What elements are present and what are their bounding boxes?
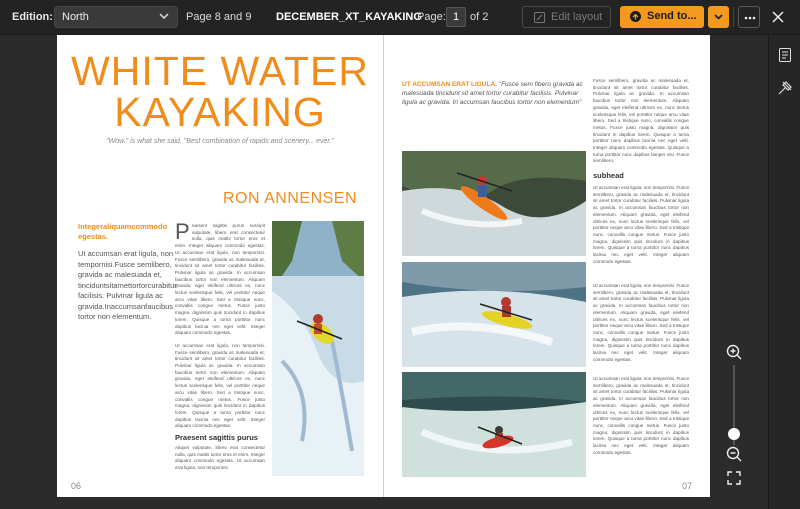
page-number-input[interactable]: 1 <box>446 7 466 27</box>
intro-text: Ut accumsan erat ligula, non tempornisi.… <box>78 249 177 321</box>
page-label: Page: <box>417 11 446 23</box>
right-body-text-3: Ut accumsan erat ligula, non tempornisi.… <box>593 283 689 362</box>
edition-select[interactable]: North <box>54 6 178 28</box>
right-subhead: subhead <box>593 171 624 180</box>
toolbar-divider <box>733 7 734 27</box>
zoom-in-icon[interactable] <box>725 343 743 361</box>
chevron-down-icon <box>159 13 169 20</box>
right-body-text-4: Ut accumsan erat ligula, non tempornisi.… <box>593 376 689 455</box>
fullscreen-icon[interactable] <box>725 469 743 487</box>
document-title: DECEMBER_XT_KAYAKING <box>276 11 422 23</box>
article-title-line1: WHITE WATER <box>71 48 369 94</box>
pin-icon[interactable] <box>777 80 793 96</box>
close-icon <box>772 11 784 23</box>
notes-icon[interactable] <box>777 47 793 63</box>
body-column-1: Praesent sagittis purus suscipit vulputa… <box>175 219 265 430</box>
body-text-3: Aliquet vulputate, libero erat consectet… <box>175 445 265 471</box>
edit-icon <box>534 12 545 23</box>
top-toolbar: Edition: North Page 8 and 9 DECEMBER_XT_… <box>0 0 800 35</box>
close-button[interactable] <box>767 6 789 28</box>
chevron-down-icon <box>714 14 723 20</box>
zoom-out-icon[interactable] <box>725 445 743 463</box>
right-body-text-2: Ut accumsan erat ligula, non tempornisi.… <box>593 185 689 264</box>
edition-label: Edition: <box>12 11 53 23</box>
kayak-waterfall-photo <box>272 221 364 476</box>
body-text-2: Ut accumsan erat ligula, non tempornisi.… <box>175 342 265 429</box>
drop-cap: P <box>175 219 190 244</box>
article-title-line2: KAYAKING <box>114 89 326 135</box>
page-number-right: 07 <box>682 481 693 491</box>
edition-value: North <box>62 11 89 23</box>
zoom-controls <box>722 337 746 493</box>
right-body-text-1: Fusce semlibero, gravida ac malesuada et… <box>593 78 689 164</box>
right-page: UT ACCUMSAN ERAT LIGULA. "Fusce sem fibe… <box>384 35 710 497</box>
lead-paragraph: UT ACCUMSAN ERAT LIGULA. "Fusce sem fibe… <box>402 80 588 107</box>
pull-quote: "Wow." is what she said. "Best combinati… <box>106 138 334 145</box>
page-total: of 2 <box>470 11 489 23</box>
edit-layout-label: Edit layout <box>551 11 603 23</box>
send-to-label: Send to... <box>647 10 697 22</box>
kayak-photo-red <box>402 372 586 477</box>
send-options-button[interactable] <box>708 6 729 28</box>
edit-layout-button[interactable]: Edit layout <box>522 6 611 28</box>
intro-subhead: Integeraliquamcommodo egestas. <box>78 222 168 241</box>
kayak-photo-yellow <box>402 262 586 367</box>
zoom-slider-thumb[interactable] <box>728 428 740 440</box>
left-page: WHITE WATER KAYAKING "Wow." is what she … <box>57 35 383 497</box>
more-options-button[interactable] <box>738 6 760 28</box>
more-icon <box>744 16 756 20</box>
lead-heading: UT ACCUMSAN ERAT LIGULA. <box>402 81 497 88</box>
right-rail <box>768 35 800 509</box>
kayak-photo-orange <box>402 151 586 256</box>
page-number-left: 06 <box>71 481 82 491</box>
body-subhead: Praesent sagittis purus <box>175 433 258 442</box>
send-icon <box>630 11 641 22</box>
send-to-button[interactable]: Send to... <box>620 6 704 28</box>
pages-info: Page 8 and 9 <box>186 11 252 23</box>
author-name: RON ANNENSEN <box>223 190 358 207</box>
